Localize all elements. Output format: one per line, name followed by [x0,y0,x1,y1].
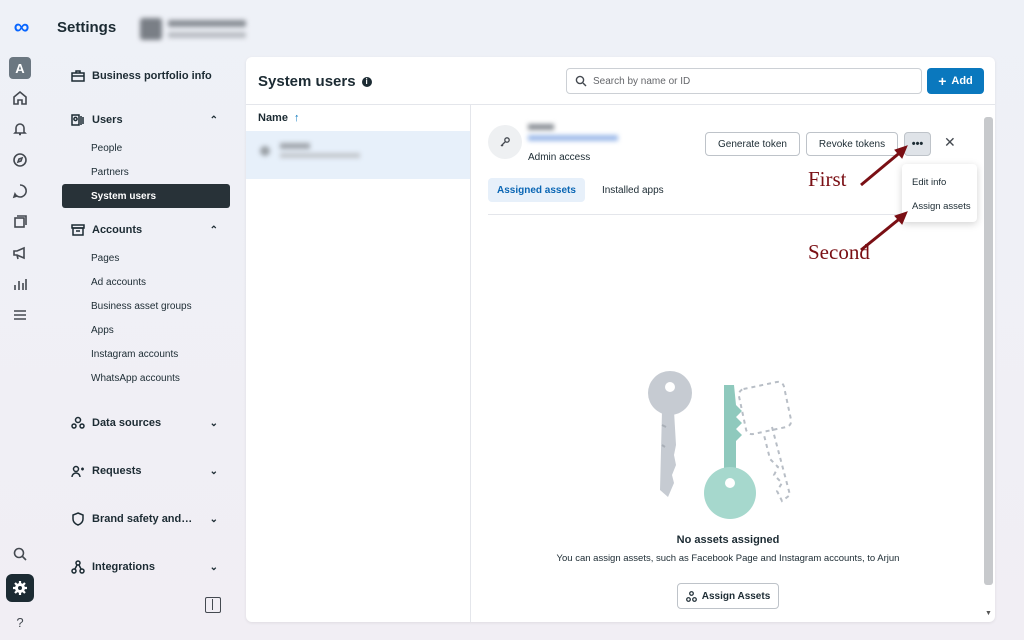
user-role: Admin access [528,152,591,163]
chat-icon[interactable] [8,179,32,203]
panel-title: System users i [258,73,372,90]
add-system-user-button[interactable]: + Add [927,68,984,94]
nav-item-ad-accounts[interactable]: Ad accounts [62,270,230,294]
nav-item-pages[interactable]: Pages [62,246,230,270]
plus-icon: + [938,73,947,89]
nav-label: Integrations [92,561,155,573]
app-rail: ∞ A ? [0,0,40,640]
data-sources-icon [70,415,86,431]
chevron-down-icon: ⌄ [209,417,218,429]
add-label: Add [951,75,973,87]
keys-illustration-icon [648,371,793,519]
name-header-label: Name [258,112,288,124]
annotation-first: First [808,167,847,191]
nav-users[interactable]: Users ⌃ [62,104,230,136]
name-column-header[interactable]: Name ↑ [246,105,470,131]
detail-tabs: Assigned assets Installed apps [488,178,673,202]
settings-gear-icon[interactable] [6,574,34,602]
nav-label: Users [92,114,123,126]
notifications-icon[interactable] [8,117,32,141]
account-avatar[interactable]: A [9,57,31,79]
nav-accounts[interactable]: Accounts ⌃ [62,214,230,246]
tab-installed-apps[interactable]: Installed apps [593,178,673,202]
nav-item-apps[interactable]: Apps [62,318,230,342]
close-icon[interactable]: ✕ [944,134,956,151]
business-portfolio-switcher[interactable] [140,14,252,44]
nav-label: Brand safety and… [92,513,193,525]
meta-logo-icon[interactable]: ∞ [14,14,30,40]
chevron-up-icon: ⌃ [209,224,218,236]
user-name-redacted [528,124,618,141]
collapse-sidebar-icon[interactable] [205,597,221,613]
assign-assets-button[interactable]: Assign Assets [677,583,779,609]
integrations-icon [70,559,86,575]
requests-icon [70,463,86,479]
users-icon [70,112,86,128]
annotation-arrows-icon [860,145,908,252]
tab-assigned-assets[interactable]: Assigned assets [488,178,585,202]
accounts-icon [70,222,86,238]
nav-label: Accounts [92,224,143,236]
search-icon[interactable] [8,542,32,566]
nav-label: Data sources [92,417,162,429]
assets-icon [685,590,697,602]
nav-integrations[interactable]: Integrations ⌄ [62,551,230,583]
nav-data-sources[interactable]: Data sources ⌄ [62,407,230,439]
chevron-up-icon: ⌃ [209,114,218,126]
settings-sidenav: Business portfolio info Users ⌃ People P… [62,60,230,583]
nav-item-business-asset-groups[interactable]: Business asset groups [62,294,230,318]
nav-label: Business portfolio info [92,70,212,82]
nav-label: Requests [92,465,142,477]
menu-icon[interactable] [8,303,32,327]
key-avatar-icon [488,125,522,159]
home-icon[interactable] [8,86,32,110]
nav-brand-safety[interactable]: Brand safety and… ⌄ [62,503,230,535]
info-icon[interactable]: i [361,76,372,87]
search-icon [575,75,587,87]
system-users-list: Name ↑ [246,105,471,622]
chevron-down-icon: ⌄ [209,513,218,525]
nav-business-portfolio-info[interactable]: Business portfolio info [62,60,230,92]
empty-state-description: You can assign assets, such as Facebook … [556,553,900,564]
panel-title-text: System users [258,73,356,90]
generate-token-button[interactable]: Generate token [705,132,800,156]
search-box[interactable] [566,68,922,94]
page-title: Settings [57,19,117,36]
sort-ascending-icon: ↑ [293,112,300,124]
megaphone-icon[interactable] [8,241,32,265]
chevron-down-icon: ⌄ [209,465,218,477]
scroll-down-icon[interactable]: ▼ [985,610,992,617]
chevron-down-icon: ⌄ [209,561,218,573]
list-item[interactable] [246,131,470,179]
help-icon[interactable]: ? [8,610,32,634]
search-input[interactable] [593,75,913,87]
nav-requests[interactable]: Requests ⌄ [62,455,230,487]
shield-icon [70,511,86,527]
nav-item-people[interactable]: People [62,136,230,160]
scrollbar[interactable] [984,117,993,585]
briefcase-icon [70,68,86,84]
pages-icon[interactable] [8,210,32,234]
insights-icon[interactable] [8,272,32,296]
nav-item-partners[interactable]: Partners [62,160,230,184]
empty-state-title: No assets assigned [676,534,780,546]
nav-item-instagram-accounts[interactable]: Instagram accounts [62,342,230,366]
nav-item-system-users[interactable]: System users [62,184,230,208]
assign-assets-label: Assign Assets [701,590,771,602]
nav-item-whatsapp-accounts[interactable]: WhatsApp accounts [62,366,230,390]
compass-icon[interactable] [8,148,32,172]
